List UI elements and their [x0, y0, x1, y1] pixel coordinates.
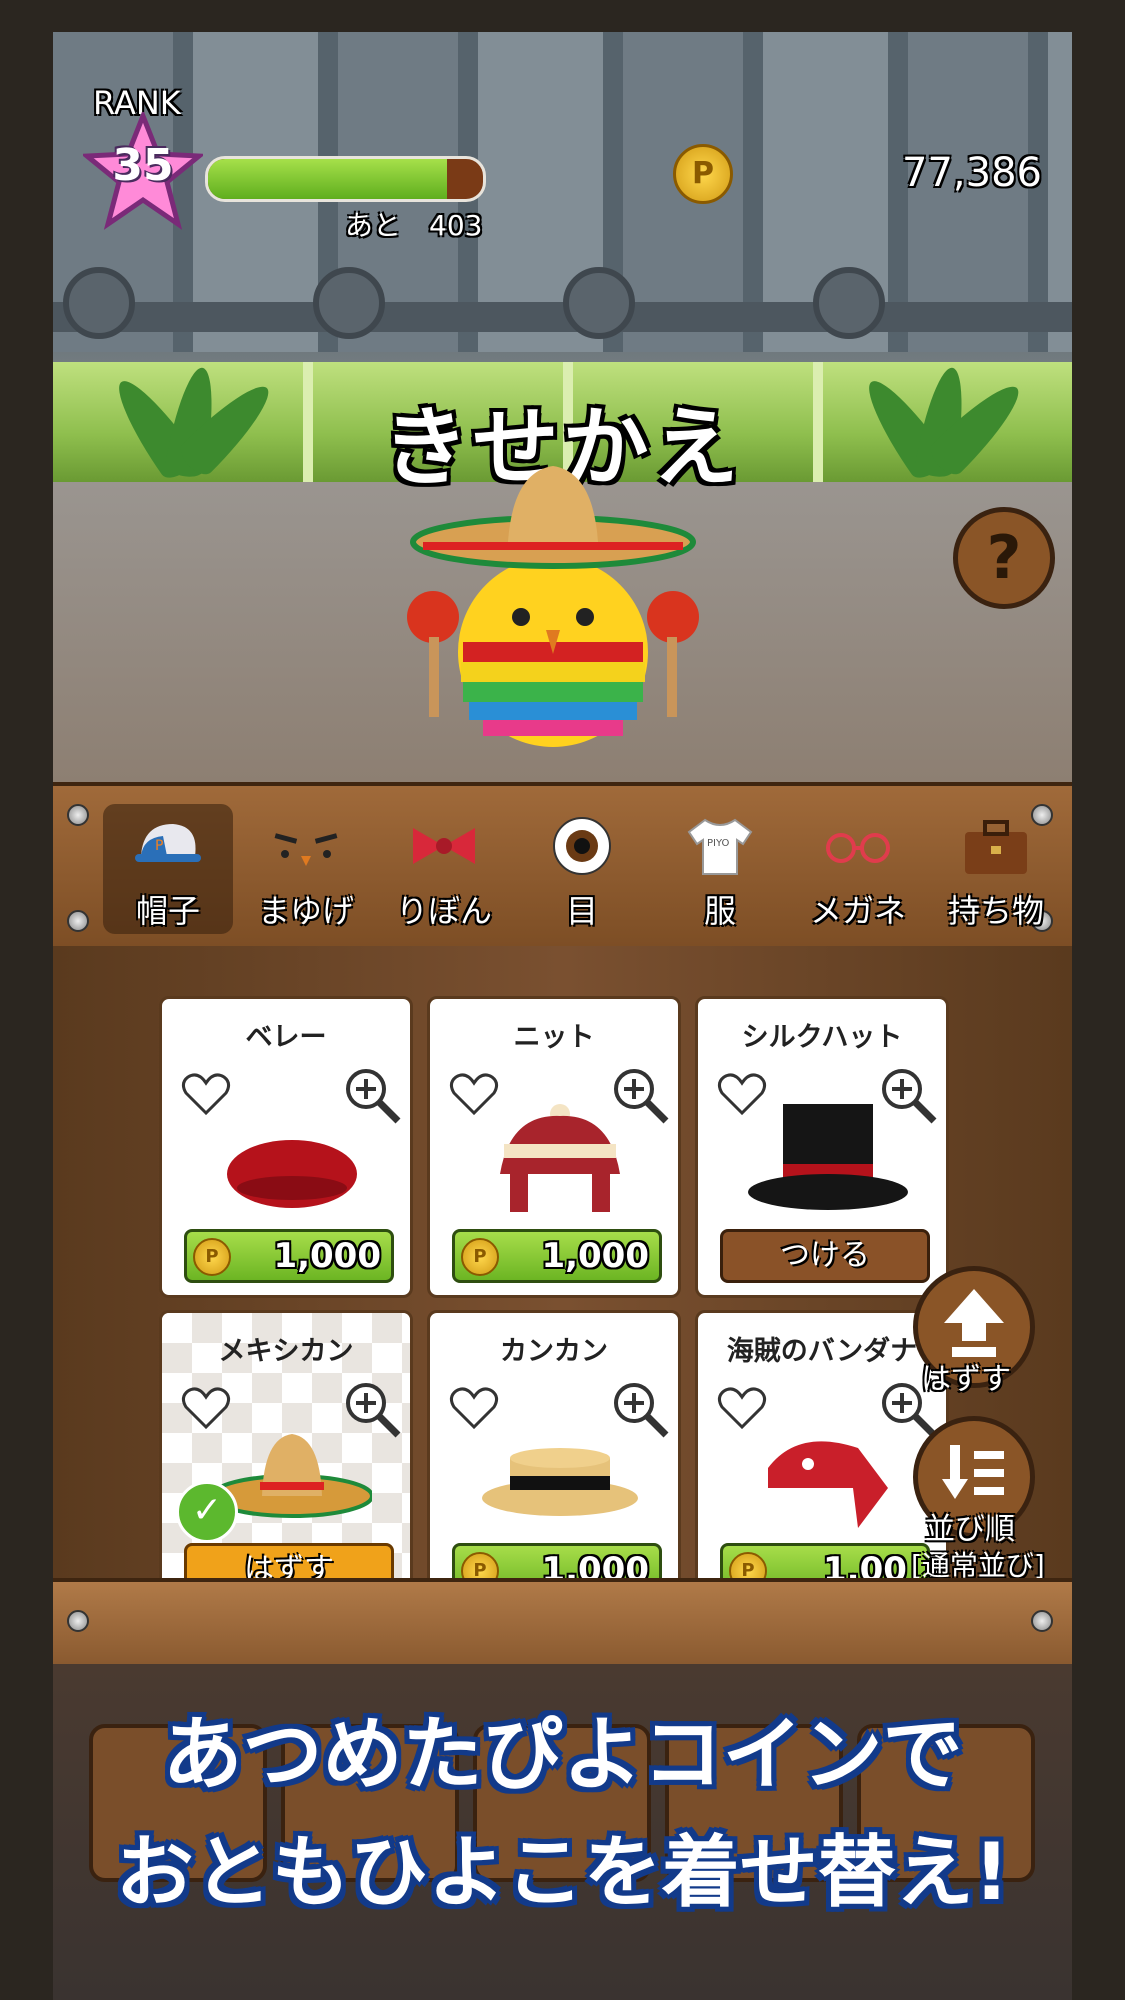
shirt-icon: PIYO [687, 818, 753, 875]
cap-icon: P [135, 824, 201, 862]
glasses-icon [826, 833, 890, 863]
rivet [67, 804, 89, 826]
item-card[interactable]: ベレー P 1,000 [159, 996, 413, 1298]
tab-belongings[interactable]: 持ち物 [931, 804, 1061, 934]
svg-text:P: P [155, 838, 163, 854]
tab-eyebrows[interactable]: まゆげ [241, 804, 371, 934]
item-grid: ベレー P 1,000 ニット P 1,000 シルクハット つける メキシカン… [53, 946, 1072, 1988]
tab-ribbon[interactable]: りぼん [379, 804, 509, 934]
rivet [67, 910, 89, 932]
svg-text:PIYO: PIYO [707, 838, 730, 849]
xp-bar-fill [208, 159, 448, 199]
knit-hat-image [500, 1104, 620, 1212]
help-button[interactable]: ? [953, 507, 1055, 609]
item-name: シルクハット [741, 1022, 903, 1053]
tab-eyes[interactable]: 目 [517, 804, 647, 934]
tab-label: りぼん [395, 892, 492, 930]
buy-button[interactable]: P 1,000 [184, 1229, 394, 1283]
rank-number: 35 [112, 140, 174, 191]
rivet [1031, 1610, 1053, 1632]
item-name: ベレー [245, 1022, 327, 1053]
coin-icon: P [673, 144, 733, 204]
tab-hat[interactable]: P 帽子 [103, 804, 233, 934]
tab-glasses[interactable]: メガネ [793, 804, 923, 934]
eyebrows-icon [274, 833, 338, 866]
buy-button[interactable]: P 1,000 [452, 1229, 662, 1283]
equip-button[interactable]: つける [720, 1229, 930, 1283]
item-card[interactable]: シルクハット つける [695, 996, 949, 1298]
tab-label: 帽子 [135, 892, 200, 930]
tab-label: メガネ [809, 892, 906, 930]
rivet [67, 1610, 89, 1632]
tab-clothes[interactable]: PIYO 服 [655, 804, 785, 934]
dressup-scene: RANK 35 あと 403 P 77,386 きせかえ ? [53, 32, 1072, 782]
coin-icon: P [461, 1238, 499, 1276]
sort-label: 並び順 [925, 1512, 1015, 1547]
tab-label: まゆげ [257, 892, 354, 930]
item-card[interactable]: ニット P 1,000 [427, 996, 681, 1298]
item-name: 海賊のバンダナ [726, 1336, 918, 1367]
item-name: ニット [513, 1022, 595, 1053]
category-tab-bar: P 帽子 まゆげ りぼん 目 PIYO 服 メガネ 持ち物 [53, 782, 1072, 950]
price: 1,000 [541, 1236, 649, 1276]
eye-icon [553, 817, 611, 875]
coin-balance: 77,386 [902, 150, 1042, 196]
zoom-icon[interactable] [878, 1065, 938, 1125]
tab-label: 目 [565, 892, 598, 930]
boater-hat-image [482, 1448, 638, 1516]
bag-icon [965, 820, 1027, 874]
price: 1,000 [273, 1236, 381, 1276]
item-name: カンカン [500, 1336, 608, 1367]
shelf-bar [53, 1578, 1072, 1668]
tab-label: 服 [703, 892, 736, 930]
item-card[interactable]: メキシカン ✓ はずす [159, 1310, 413, 1612]
ribbon-icon [413, 828, 475, 864]
equipped-check-icon: ✓ [176, 1481, 238, 1543]
item-name: メキシカン [218, 1336, 354, 1367]
arrow-up-icon [944, 1289, 1004, 1357]
coin-icon: P [193, 1238, 231, 1276]
tab-label: 持ち物 [947, 892, 1044, 930]
remove-all-label: はずす [921, 1362, 1011, 1397]
promo-line-1: あつめたぴよコインで [162, 1708, 963, 1801]
promo-line-2: おともひよこを着せ替え! [115, 1828, 1010, 1918]
beret-image [227, 1140, 357, 1208]
sort-icon [942, 1445, 1004, 1499]
xp-remaining: あと 403 [345, 209, 483, 242]
item-card[interactable]: カンカン P 1,000 [427, 1310, 681, 1612]
chick-character [407, 466, 699, 747]
xp-bar [205, 156, 486, 202]
